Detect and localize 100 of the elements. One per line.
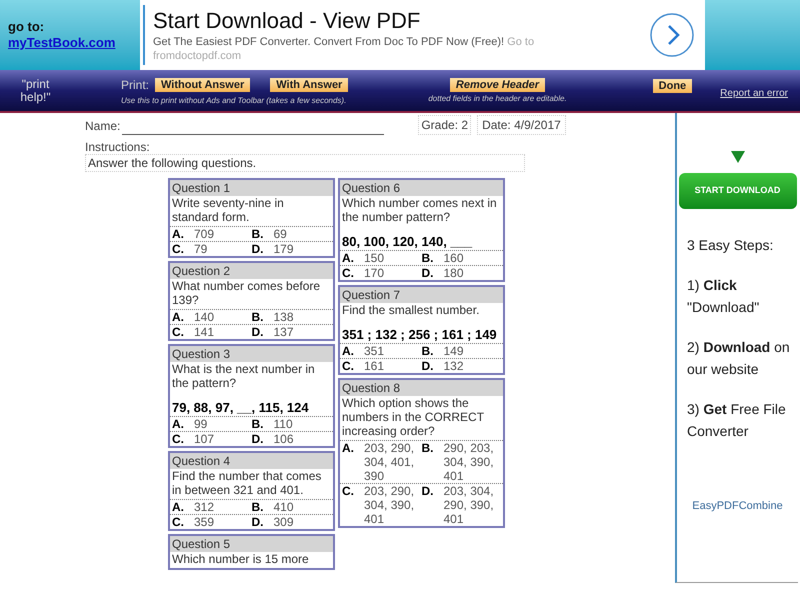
side-ad[interactable]: START DOWNLOAD 3 Easy Steps: 1) Click "Download" 2) Download on our website 3) Get Free File Converter EasyPDFCombine: [675, 113, 798, 583]
option-value: 141: [193, 325, 216, 339]
question-title: Question 3: [170, 346, 333, 362]
option-value: 69: [272, 227, 288, 241]
option-value: 309: [272, 515, 295, 529]
option-value: 203, 290, 304, 401, 390: [363, 441, 416, 483]
option-letter: B.: [252, 310, 264, 324]
option-letter: B.: [422, 251, 434, 265]
option-value: 410: [272, 500, 295, 514]
option-letter: C.: [342, 359, 355, 373]
steps-heading: 3 Easy Steps:: [687, 236, 774, 255]
option-letter: C.: [342, 266, 355, 280]
question-title: Question 6: [340, 180, 503, 196]
question-text: Find the number that comes in between 321 and 401.: [171, 469, 322, 499]
down-triangle-icon: [730, 151, 744, 163]
date-field[interactable]: Date: 4/9/2017: [477, 115, 566, 135]
option-value: 106: [272, 432, 295, 446]
name-label: Name:: [85, 118, 120, 135]
step-text: 1) Click "Download": [687, 276, 760, 317]
option-value: 179: [272, 242, 295, 256]
option-letter: A.: [172, 417, 185, 431]
question-title: Question 2: [170, 263, 333, 279]
number-pattern: 79, 88, 97, __, 115, 124: [171, 399, 310, 416]
question-text: Write seventy-nine in standard form.: [171, 196, 285, 226]
option-letter: A.: [342, 441, 355, 457]
option-letter: D.: [422, 359, 434, 373]
option-value: 160: [442, 251, 465, 265]
number-pattern: 351 ; 132 ; 256 ; 161 ; 149: [341, 326, 498, 343]
easypdfcombine-logo: EasyPDFCombine: [692, 499, 783, 514]
question-text: Find the smallest number.: [341, 303, 480, 319]
question-title: Question 1: [170, 180, 333, 196]
grade-field[interactable]: Grade: 2: [418, 115, 472, 135]
option-letter: A.: [172, 310, 185, 324]
remove-header-button[interactable]: Remove Header: [450, 78, 546, 92]
print-label: Print:: [121, 76, 150, 94]
option-letter: D.: [252, 242, 264, 256]
goto-label: go to:: [8, 19, 46, 35]
option-value: 290, 203, 304, 390, 401: [442, 441, 495, 483]
option-letter: B.: [422, 441, 434, 457]
option-value: 110: [272, 417, 294, 431]
option-letter: B.: [252, 500, 264, 514]
done-button[interactable]: Done: [652, 78, 692, 92]
option-value: 99: [193, 417, 208, 431]
option-value: 140: [193, 310, 216, 324]
option-letter: A.: [172, 227, 185, 241]
option-letter: C.: [172, 432, 185, 446]
question-title: Question 7: [340, 287, 503, 303]
option-value: 203, 290, 304, 390, 401: [363, 484, 416, 526]
option-letter: D.: [422, 266, 434, 280]
option-letter: C.: [342, 484, 355, 500]
option-value: 149: [442, 344, 465, 358]
instructions-field[interactable]: Answer the following questions.: [85, 154, 525, 172]
report-error-link[interactable]: Report an error: [720, 86, 788, 101]
option-value: 312: [193, 500, 216, 514]
option-value: 359: [193, 515, 216, 529]
option-letter: D.: [252, 432, 264, 446]
question-text: Which number is 15 more: [171, 552, 310, 568]
question-text: Which option shows the numbers in the CORRECT increasing order?: [341, 396, 485, 440]
option-value: 709: [193, 227, 216, 241]
ad-title: Start Download - View PDF: [153, 7, 422, 35]
option-letter: A.: [172, 500, 185, 514]
ad-text: Get The Easiest PDF Converter. Convert From Doc To PDF Now (Free)! Go to fromdoctopdf.com: [153, 35, 536, 63]
option-value: 180: [442, 266, 465, 280]
option-value: 107: [193, 432, 216, 446]
option-value: 161: [363, 359, 386, 373]
step-text: 3) Get Free File Converter: [687, 400, 787, 441]
option-value: 351: [363, 344, 386, 358]
option-letter: D.: [422, 484, 434, 500]
question-text: Which number comes next in the number pattern?: [341, 196, 498, 226]
option-letter: A.: [342, 344, 355, 358]
number-pattern: 80, 100, 120, 140, ___: [341, 233, 474, 250]
option-value: 132: [442, 359, 465, 373]
option-value: 137: [272, 325, 295, 339]
option-letter: B.: [252, 417, 264, 431]
option-letter: B.: [422, 344, 434, 358]
print-button[interactable]: With Answer: [270, 78, 348, 92]
question-title: Question 4: [170, 453, 333, 469]
option-letter: D.: [252, 515, 264, 529]
question-text: What is the next number in the pattern?: [171, 362, 316, 392]
option-letter: D.: [252, 325, 264, 339]
option-letter: C.: [172, 515, 185, 529]
ad-banner[interactable]: Start Download - View PDF Get The Easiest PDF Converter. Convert From Doc To PDF Now (Free)! Go to fromdoctopdf.com: [140, 0, 705, 70]
print-button[interactable]: Without Answer: [155, 78, 250, 92]
chevron-right-icon[interactable]: [649, 12, 695, 58]
print-help-link[interactable]: "print help!": [8, 78, 63, 104]
option-value: 138: [272, 310, 295, 324]
option-letter: C.: [172, 242, 185, 256]
header-note: dotted fields in the header are editable.: [428, 94, 567, 104]
question-title: Question 8: [340, 380, 503, 396]
option-value: 203, 304, 290, 390, 401: [442, 484, 495, 526]
option-letter: A.: [342, 251, 355, 265]
option-letter: B.: [252, 227, 264, 241]
instructions-label: Instructions:: [85, 140, 151, 154]
step-text: 2) Download on our website: [687, 338, 791, 379]
option-value: 170: [363, 266, 386, 280]
print-note: Use this to print without Ads and Toolbar (takes a few seconds).: [121, 96, 348, 106]
mytestbook-link[interactable]: myTestBook.com: [8, 35, 140, 51]
option-value: 79: [193, 242, 208, 256]
option-letter: C.: [172, 325, 185, 339]
option-value: 150: [363, 251, 386, 265]
